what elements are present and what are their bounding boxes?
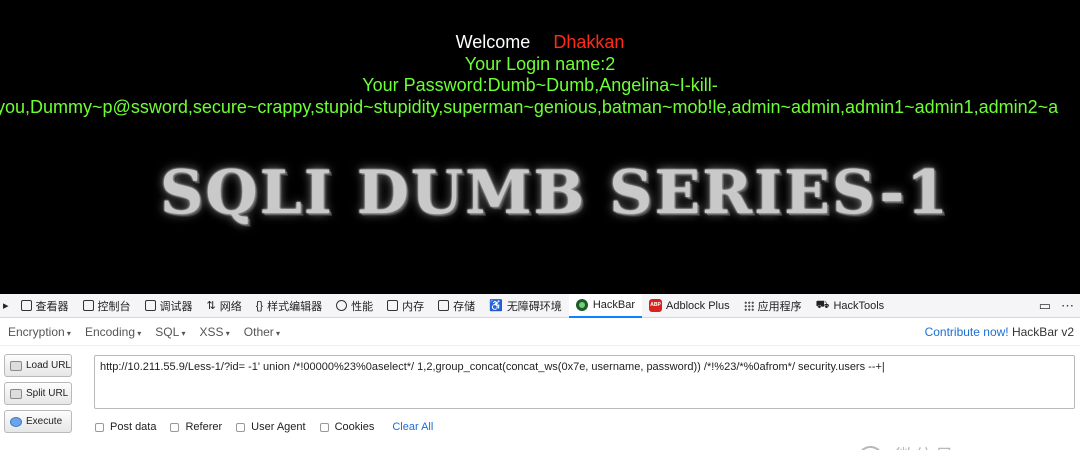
option-referer[interactable]: Referer [170,421,222,433]
option-user-agent[interactable]: User Agent [236,421,306,433]
tab-hackbar[interactable]: HackBar [568,293,642,318]
hackbar-icon [575,298,588,311]
welcome-line: Welcome Dhakkan [0,32,1080,53]
contribute-area: Contribute now! HackBar v2 [925,325,1074,339]
text-cursor: | [881,361,885,373]
hackbar-version: HackBar v2 [1011,325,1074,339]
accessibility-icon: ♿ [489,300,503,312]
hackbar-body: Load URL Split URL Execute http://10.211… [0,346,1080,450]
pick-element-icon[interactable]: ▸ [0,294,12,318]
url-text: http://10.211.55.9/Less-1/?id= -1' union… [100,361,882,373]
option-label: Cookies [334,421,375,433]
tab-storage[interactable]: 存储 [431,294,482,318]
url-textarea[interactable]: http://10.211.55.9/Less-1/?id= -1' union… [94,355,1075,409]
credentials-dump-line: you,Dummy~p@ssword,secure~crappy,stupid~… [0,97,1059,117]
performance-icon [336,300,348,311]
option-post-data[interactable]: Post data [95,421,156,433]
application-icon [743,300,754,311]
checkbox[interactable] [236,422,246,432]
tab-label: 控制台 [97,300,131,313]
tab-application[interactable]: 应用程序 [737,294,809,318]
tab-accessibility[interactable]: ♿ 无障碍环境 [482,294,569,318]
tab-inspector[interactable]: 查看器 [14,294,76,318]
watermark-text: 微信号: crowsec [895,442,1044,450]
login-name-line: Your Login name:2 [464,54,616,74]
load-icon [10,360,22,371]
debugger-icon [144,300,156,311]
sqli-banner: SQLI DUMB SERIES-1 [160,158,951,228]
sqli-page: Welcome Dhakkan Your Login name:2 Your P… [0,0,1080,294]
menu-sql[interactable]: SQL [155,325,185,339]
tab-label: 调试器 [159,300,193,313]
option-label: Post data [110,421,157,433]
clear-all-link[interactable]: Clear All [392,421,433,433]
dock-icon[interactable]: ▭ [1039,298,1051,314]
tab-network[interactable]: ⇅ 网络 [200,294,249,318]
split-url-button[interactable]: Split URL [4,382,72,405]
adblock-icon: ABP [649,299,662,312]
wechat-watermark: 微信号: crowsec [858,442,1044,450]
load-url-label: Load URL [25,360,71,371]
hacktools-icon: ⛟ [815,298,830,311]
menu-encoding[interactable]: Encoding [85,325,141,339]
tab-adblock-plus[interactable]: ABP Adblock Plus [642,294,737,318]
more-options-icon[interactable]: ⋯ [1061,298,1074,314]
password-line: Your Password:Dumb~Dumb,Angelina~I-kill- [362,75,718,95]
tab-label: 应用程序 [757,300,802,313]
split-url-label: Split URL [26,388,69,399]
tab-console[interactable]: 控制台 [76,294,138,318]
checkbox[interactable] [95,422,104,432]
tab-memory[interactable]: 内存 [380,294,431,318]
tab-label: 存储 [453,300,476,313]
option-label: User Agent [251,421,306,433]
sqli-banner-text: SQLI DUMB SERIES-1 [160,158,951,228]
tab-label: Adblock Plus [666,299,730,312]
wechat-icon [858,445,889,450]
inspector-icon [20,300,32,311]
tab-label: 网络 [219,300,242,313]
execute-button[interactable]: Execute [4,410,72,433]
welcome-name: Dhakkan [553,32,625,52]
tab-label: 内存 [402,300,425,313]
tab-performance[interactable]: 性能 [329,294,380,318]
contribute-link[interactable]: Contribute now! [925,325,1009,339]
network-icon: ⇅ [206,300,216,312]
menu-encryption[interactable]: Encryption [8,325,71,339]
play-icon [10,416,22,427]
devtools-panel: ▸ 查看器 控制台 调试器 ⇅ 网络 {} 样式编辑器 性能 内存 存储 ♿ 无障碍环… [0,293,1080,450]
execute-label: Execute [26,416,63,427]
tab-label: 性能 [351,300,374,313]
console-icon [82,300,94,311]
option-label: Referer [185,421,223,433]
menu-other[interactable]: Other [244,325,280,339]
tab-label: 样式编辑器 [267,300,323,313]
hackbar-menu: Encryption Encoding SQL XSS Other Contri… [0,318,1080,346]
load-url-button[interactable]: Load URL [4,354,72,377]
tab-style-editor[interactable]: {} 样式编辑器 [249,294,329,318]
option-cookies[interactable]: Cookies [319,421,375,433]
checkbox[interactable] [319,422,329,432]
request-options: Post data Referer User Agent Cookies Cle… [95,421,433,433]
devtools-left-icons: ▸ [0,294,14,318]
memory-icon [387,300,399,311]
tab-label: HackBar [592,298,635,311]
devtools-window-controls: ▭ ⋯ [1039,294,1074,318]
split-icon [10,388,22,399]
style-editor-icon: {} [255,299,264,312]
storage-icon [438,300,450,311]
tab-label: 查看器 [35,300,69,313]
devtools-tabbar: ▸ 查看器 控制台 调试器 ⇅ 网络 {} 样式编辑器 性能 内存 存储 ♿ 无障碍环… [0,293,1080,318]
tab-debugger[interactable]: 调试器 [138,294,200,318]
tab-label: 无障碍环境 [506,300,562,313]
checkbox[interactable] [170,422,180,432]
welcome-label: Welcome [455,32,531,52]
tab-label: HackTools [833,299,885,312]
tab-hacktools[interactable]: ⛟ HackTools [809,294,892,318]
menu-xss[interactable]: XSS [200,325,230,339]
